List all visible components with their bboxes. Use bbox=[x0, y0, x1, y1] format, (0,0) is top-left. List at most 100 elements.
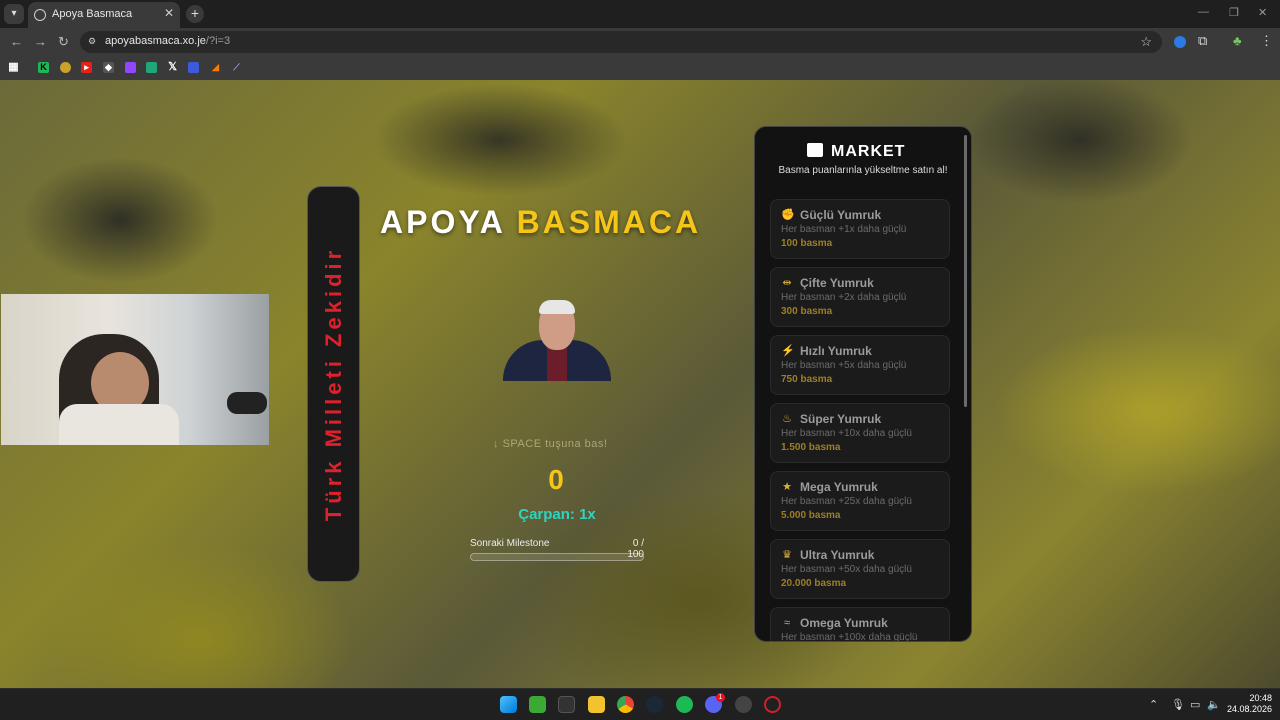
multiplier-label: Çarpan: 1x bbox=[518, 506, 596, 523]
volume-tray-icon[interactable]: 🔈 bbox=[1207, 698, 1221, 711]
market-item-price: 1.500 basma bbox=[781, 442, 841, 453]
spotify-app-icon[interactable] bbox=[676, 696, 693, 713]
market-item-price: 100 basma bbox=[781, 238, 833, 249]
market-item-price: 20.000 basma bbox=[781, 578, 847, 589]
profile-extension-icon[interactable]: ♣ bbox=[1233, 33, 1242, 48]
bookmark-icon-6[interactable] bbox=[146, 62, 157, 73]
browser-tab[interactable]: Apoya Basmaca ✕ bbox=[28, 2, 180, 28]
twitch-bookmark-icon[interactable] bbox=[125, 62, 136, 73]
x-bookmark-icon[interactable]: 𝕏 bbox=[167, 62, 178, 73]
microphone-tray-icon[interactable]: 🎙 bbox=[1171, 698, 1185, 711]
tab-search-button[interactable]: ▾ bbox=[4, 4, 24, 24]
milestone-label: Sonraki Milestone bbox=[470, 538, 550, 549]
click-target-portrait[interactable] bbox=[503, 296, 611, 381]
market-item[interactable]: ⇹ Çifte Yumruk Her basman +2x daha güçlü 30… bbox=[770, 267, 950, 327]
arrow-down-icon: ↓ bbox=[493, 438, 503, 450]
forward-icon[interactable]: → bbox=[34, 34, 47, 49]
game-title: APOYA BASMACA bbox=[380, 204, 702, 240]
window-close-icon[interactable]: ✕ bbox=[1258, 6, 1267, 19]
terminal-app-icon[interactable] bbox=[558, 696, 575, 713]
star-icon: ★ bbox=[782, 481, 792, 493]
bookmark-icon-9[interactable]: ◢ bbox=[210, 62, 221, 73]
slogan-text: Türk Milleti Zekidir bbox=[320, 246, 346, 522]
store-icon bbox=[807, 143, 823, 157]
market-item[interactable]: ⚡ Hızlı Yumruk Her basman +5x daha güçlü 75… bbox=[770, 335, 950, 395]
reload-icon[interactable]: ↻ bbox=[58, 34, 69, 50]
bookmark-icon-2[interactable] bbox=[60, 62, 71, 73]
microphone bbox=[227, 392, 267, 414]
dragon-icon: ≈ bbox=[783, 617, 791, 629]
opera-app-icon[interactable] bbox=[764, 696, 781, 713]
tab-close-button[interactable]: ✕ bbox=[164, 6, 174, 20]
browser-toolbar: ← → ↻ ⚙ apoyabasmaca.xo.je/?i=3 ☆ ⧉ ♣ ⋮ bbox=[0, 28, 1280, 56]
system-clock[interactable]: 20:48 24.08.2026 bbox=[1226, 693, 1272, 715]
streamer-shirt bbox=[59, 404, 179, 445]
new-tab-button[interactable]: + bbox=[186, 5, 204, 23]
webcam-overlay bbox=[1, 294, 269, 445]
steam-app-icon[interactable] bbox=[646, 696, 663, 713]
market-item-name: Süper Yumruk bbox=[800, 412, 882, 426]
slogan-banner: Türk Milleti Zekidir bbox=[307, 186, 360, 582]
tab-title: Apoya Basmaca bbox=[52, 8, 133, 20]
bookmark-star-icon[interactable]: ☆ bbox=[1140, 34, 1152, 50]
maximize-icon[interactable]: ❐ bbox=[1229, 6, 1239, 19]
minecraft-app-icon[interactable] bbox=[529, 696, 546, 713]
bookmarks-bar: ▦ K ▸ ◆ 𝕏 ◢ ⟋ bbox=[0, 56, 1280, 80]
url-text: apoyabasmaca.xo.je/?i=3 bbox=[105, 35, 231, 47]
market-subtitle: Basma puanlarınla yükseltme satın al! bbox=[778, 165, 948, 176]
bookmark-icon-10[interactable]: ⟋ bbox=[231, 62, 242, 73]
network-tray-icon[interactable]: ▭ bbox=[1190, 698, 1200, 711]
market-item-price: 300 basma bbox=[781, 306, 833, 317]
site-info-icon[interactable]: ⚙ bbox=[88, 36, 98, 46]
market-item[interactable]: ✊ Güçlü Yumruk Her basman +1x daha güçlü 10… bbox=[770, 199, 950, 259]
chrome-app-icon[interactable] bbox=[617, 696, 634, 713]
back-icon[interactable]: ← bbox=[10, 34, 23, 49]
bookmark-icon-8[interactable] bbox=[188, 62, 199, 73]
market-panel: MARKET Basma puanlarınla yükseltme satın… bbox=[754, 126, 972, 642]
address-bar[interactable]: ⚙ apoyabasmaca.xo.je/?i=3 ☆ bbox=[80, 31, 1162, 53]
start-button[interactable] bbox=[500, 696, 517, 713]
market-item[interactable]: ♛ Ultra Yumruk Her basman +50x daha güçlü 2… bbox=[770, 539, 950, 599]
browser-menu-icon[interactable]: ⋮ bbox=[1260, 33, 1273, 49]
market-item-desc: Her basman +5x daha güçlü bbox=[781, 360, 907, 371]
crown-icon: ♛ bbox=[782, 549, 792, 561]
market-title: MARKET bbox=[831, 143, 906, 160]
market-item-name: Çifte Yumruk bbox=[800, 276, 874, 290]
market-item-desc: Her basman +10x daha güçlü bbox=[781, 428, 912, 439]
lightning-icon: ⚡ bbox=[781, 345, 795, 357]
market-item-price: 750 basma bbox=[781, 374, 833, 385]
market-item-name: Güçlü Yumruk bbox=[800, 208, 882, 222]
kick-bookmark-icon[interactable]: K bbox=[38, 62, 49, 73]
space-hint: ↓ SPACE tuşuna bas! bbox=[493, 438, 608, 450]
market-scrollbar[interactable] bbox=[964, 135, 967, 407]
extensions-puzzle-icon[interactable]: ⧉ bbox=[1198, 33, 1207, 49]
youtube-bookmark-icon[interactable]: ▸ bbox=[81, 62, 92, 73]
minimize-icon[interactable]: — bbox=[1198, 6, 1209, 18]
extension-icon[interactable] bbox=[1174, 36, 1186, 48]
discord-badge: 1 bbox=[716, 693, 725, 702]
dumbbell-icon: ⇹ bbox=[782, 277, 792, 289]
file-explorer-icon[interactable] bbox=[588, 696, 605, 713]
market-item-name: Hızlı Yumruk bbox=[800, 344, 872, 358]
tab-bar: ▾ Apoya Basmaca ✕ + — ❐ ✕ bbox=[0, 0, 1280, 28]
app-icon-9[interactable] bbox=[735, 696, 752, 713]
apps-grid-icon[interactable]: ▦ bbox=[8, 62, 19, 73]
market-item-name: Ultra Yumruk bbox=[800, 548, 875, 562]
market-item-name: Omega Yumruk bbox=[800, 616, 888, 630]
market-item-desc: Her basman +25x daha güçlü bbox=[781, 496, 912, 507]
market-item-desc: Her basman +1x daha güçlü bbox=[781, 224, 907, 235]
milestone-progress-bar bbox=[470, 553, 644, 561]
tray-chevron-icon[interactable]: ⌃ bbox=[1149, 698, 1158, 711]
market-item-name: Mega Yumruk bbox=[800, 480, 878, 494]
bookmark-icon-4[interactable]: ◆ bbox=[103, 62, 114, 73]
market-item-price: 5.000 basma bbox=[781, 510, 841, 521]
market-item-desc: Her basman +100x daha güçlü bbox=[781, 632, 918, 642]
fire-icon: ♨ bbox=[782, 413, 792, 425]
windows-taskbar: 1 ⌃ 🎙 ▭ 🔈 20:48 24.08.2026 bbox=[0, 688, 1280, 720]
market-item[interactable]: ★ Mega Yumruk Her basman +25x daha güçlü 5.… bbox=[770, 471, 950, 531]
game-page[interactable]: Türk Milleti Zekidir APOYA BASMACA ↓ SPA… bbox=[0, 80, 1280, 688]
market-item[interactable]: ≈ Omega Yumruk Her basman +100x daha güçlü bbox=[770, 607, 950, 642]
globe-icon bbox=[34, 9, 46, 21]
fist-icon: ✊ bbox=[781, 209, 795, 221]
market-item[interactable]: ♨ Süper Yumruk Her basman +10x daha güçlü 1… bbox=[770, 403, 950, 463]
